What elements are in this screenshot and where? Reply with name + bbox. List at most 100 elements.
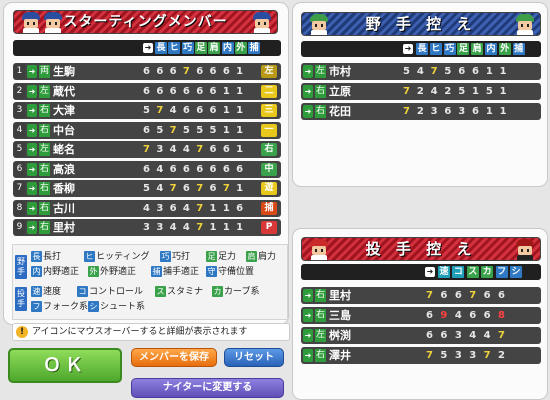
stat-tab[interactable]: 捕 [512,43,525,55]
arrow-right-icon[interactable]: ➜ [303,65,313,78]
stat-value: 3 [156,202,164,214]
player-row[interactable]: 9 ➜ 右里村 3 3 4 4 7 1 1 1 P [13,219,281,236]
arrow-right-icon[interactable]: ➜ [27,84,37,98]
switch-to-night-button[interactable]: ナイターに変更する [131,378,284,398]
arrow-right-icon[interactable]: ➜ [303,85,313,98]
legend-key: コ [77,286,88,297]
stat-value: 4 [169,105,177,116]
legend-key: 速 [31,286,42,297]
field-position[interactable]: 遊 [261,182,277,195]
arrow-right-icon[interactable]: ➜ [303,309,313,322]
stat-value: 1 [222,85,230,97]
stat-value: 2 [416,106,424,117]
field-position[interactable]: 三 [261,104,277,117]
arrow-right-icon[interactable]: ➜ [27,65,37,78]
throw-hand: 右 [315,289,326,302]
stat-tab[interactable]: 足 [194,42,207,54]
stat-tab[interactable]: 内 [221,42,234,54]
sort-arrow-icon: ➜ [425,267,435,277]
player-row[interactable]: 8 ➜ 右古川 4 3 6 4 7 1 1 6 捕 [13,199,281,217]
stat-value: 6 [440,330,448,341]
bench-stat-header-row: ➜ 長ヒ巧足肩内外捕 [301,41,541,57]
field-position[interactable]: 中 [261,162,277,176]
stat-legend: 野手 投手 長長打 ヒヒッティング巧巧打 足足力肩肩力内内野適正外外野適正 捕捕手適正守守… [12,244,288,320]
legend-item: 捕捕手適正 [151,266,199,278]
arrow-right-icon[interactable]: ➜ [303,329,313,342]
stat-tab[interactable]: 捕 [248,42,261,54]
stat-tab[interactable]: 外 [498,43,511,55]
stat-tab[interactable]: 巧 [181,42,194,54]
stat-value: 7 [430,66,438,77]
arrow-right-icon[interactable]: ➜ [27,123,37,137]
player-row[interactable]: 2 ➜ 左蔵代 6 6 6 6 6 6 1 1 二 [13,82,281,100]
player-row[interactable]: ➜ 右花田 7 2 3 6 3 6 1 1 [301,103,541,120]
stat-tab[interactable]: 長 [416,43,428,55]
sort-arrow-icon: ➜ [143,43,153,53]
stat-tab[interactable]: 巧 [443,43,456,55]
player-row[interactable]: 7 ➜ 右香柳 5 4 7 6 7 6 7 1 遊 [13,180,281,197]
stat-value: 6 [143,163,150,175]
field-position[interactable]: 捕 [261,201,277,215]
arrow-right-icon[interactable]: ➜ [27,143,37,156]
stat-value: 6 [169,163,177,175]
player-row[interactable]: 5 ➜ 左蛯名 7 3 4 4 7 6 6 1 右 [13,141,281,158]
legend-text: 長打 [43,252,62,262]
stat-tab[interactable]: 速 [438,266,450,278]
arrow-right-icon[interactable]: ➜ [27,201,37,215]
stat-tab[interactable]: カ [481,266,494,278]
arrow-right-icon[interactable]: ➜ [27,221,37,234]
player-row[interactable]: 3 ➜ 右大津 5 7 4 6 6 6 1 1 三 [13,102,281,119]
field-position[interactable]: P [261,221,277,234]
player-row[interactable]: ➜ 右立原 7 2 4 2 5 1 5 1 [301,83,541,100]
save-members-button[interactable]: メンバーを保存 [131,348,217,367]
player-row[interactable]: 6 ➜ 右高浪 6 4 6 6 6 6 6 6 中 [13,160,281,178]
player-row[interactable]: 4 ➜ 右中台 6 5 7 5 5 5 1 1 一 [13,121,281,139]
batting-order: 2 [14,83,25,99]
stat-tab[interactable]: 肩 [208,42,221,54]
ok-button[interactable]: ＯＫ [8,348,122,383]
player-row[interactable]: ➜ 右三島 6 9 4 6 6 8 [301,307,541,324]
stat-tab[interactable]: ヒ [168,42,181,54]
stat-tab[interactable]: 長 [155,42,167,54]
throw-hand: 右 [315,349,326,362]
player-row[interactable]: 1 ➜ 両生駒 6 6 6 7 6 6 6 1 左 [13,63,281,80]
stat-value: 5 [196,124,204,136]
player-name: 古川 [53,201,75,215]
starting-lineup-panel: スターティングメンバー ➜ 長ヒ巧足肩内外捕 1 ➜ 両生駒 6 6 6 7 6 6 6 1 左 2 ➜ 左蔵… [3,2,290,341]
arrow-right-icon[interactable]: ➜ [303,349,313,362]
field-position[interactable]: 右 [261,143,277,156]
batting-order: 4 [14,122,25,138]
stat-value: 6 [169,66,177,77]
player-row[interactable]: ➜ 左桝渕 6 6 3 4 4 7 [301,327,541,344]
player-row[interactable]: ➜ 右里村 7 6 6 7 6 6 [301,287,541,304]
player-row[interactable]: ➜ 左市村 5 4 7 5 6 6 1 1 [301,63,541,80]
stat-tab[interactable]: コ [452,266,465,278]
stat-value: 6 [143,85,150,97]
stat-tab[interactable]: 肩 [471,43,484,55]
arrow-right-icon[interactable]: ➜ [27,182,37,195]
stat-tab[interactable]: 外 [234,42,247,54]
stat-value: 6 [182,85,190,97]
arrow-right-icon[interactable]: ➜ [303,289,313,302]
arrow-right-icon[interactable]: ➜ [27,162,37,176]
player-row[interactable]: ➜ 右澤井 7 5 3 3 7 2 [301,347,541,364]
field-position[interactable]: 二 [261,84,277,98]
stat-value: 6 [143,66,150,77]
arrow-right-icon[interactable]: ➜ [303,105,313,118]
field-position[interactable]: 左 [261,65,277,78]
stat-value: 4 [454,310,462,321]
stat-tab[interactable]: 足 [457,43,470,55]
stat-tab[interactable]: ス [466,266,479,278]
stat-value: 7 [169,183,177,194]
stat-tab[interactable]: 内 [485,43,497,55]
stat-tab[interactable]: ヒ [429,43,442,55]
stat-value: 1 [222,222,230,233]
arrow-right-icon[interactable]: ➜ [27,104,37,117]
stat-tab[interactable]: フ [495,266,508,278]
legend-text: 捕手適正 [163,267,200,277]
field-position[interactable]: 一 [261,123,277,137]
stat-value: 6 [209,183,217,194]
stat-tab[interactable]: シ [510,266,522,278]
reset-button[interactable]: リセット [224,348,284,367]
legend-text: 足力 [218,252,237,262]
